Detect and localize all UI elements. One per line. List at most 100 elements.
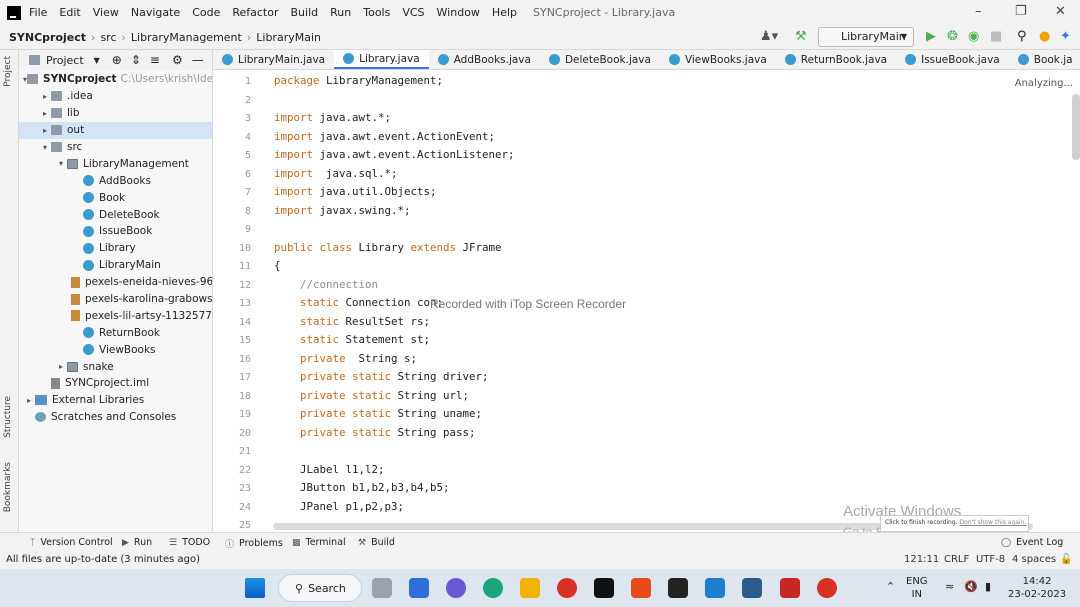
code-line[interactable]: static Connection con; <box>274 294 443 313</box>
dont-show-again-link[interactable]: Don't show this again. <box>960 519 1027 526</box>
tree-item[interactable]: ▸ lib <box>19 105 212 122</box>
breadcrumb-item[interactable]: src <box>100 31 116 44</box>
screen-recorder-icon[interactable] <box>780 578 800 598</box>
tree-item[interactable]: ▾ src <box>19 139 212 156</box>
editor-tab[interactable]: IssueBook.java <box>896 50 1009 69</box>
recording-tooltip[interactable]: Click to finish recording. Don't show th… <box>880 515 1029 532</box>
language-indicator[interactable]: ENG IN <box>906 575 928 601</box>
office-icon[interactable] <box>631 578 651 598</box>
line-separator[interactable]: CRLF <box>944 554 969 565</box>
code-line[interactable]: import java.util.Objects; <box>274 183 437 202</box>
plugins-icon[interactable]: ✦ <box>1060 29 1071 44</box>
chevron-down-icon[interactable]: ▼ <box>94 56 100 65</box>
editor-tab[interactable]: DeleteBook.java <box>540 50 660 69</box>
terminal-tool-button[interactable]: ▩ Terminal <box>292 537 346 548</box>
tree-item[interactable]: pexels-karolina-grabowsk <box>19 291 212 308</box>
vertical-scrollbar[interactable] <box>1072 94 1080 160</box>
volume-icon[interactable]: 🔇 <box>964 580 978 593</box>
tree-item[interactable]: pexels-lil-artsy-1132577.j <box>19 307 212 324</box>
event-log-tool-button[interactable]: ◯ Event Log <box>1001 537 1063 548</box>
code-line[interactable]: { <box>274 257 281 276</box>
run-tool-button[interactable]: ▶ Run <box>122 537 152 548</box>
tree-item[interactable]: AddBooks <box>19 172 212 189</box>
code-line[interactable]: JPanel p1,p2,p3; <box>274 498 404 517</box>
coverage-icon[interactable]: ◉ <box>968 29 979 44</box>
caret-position[interactable]: 121:11 <box>904 554 939 565</box>
tree-item[interactable]: ▸ External Libraries <box>19 392 212 409</box>
indent-setting[interactable]: 4 spaces <box>1012 554 1056 565</box>
code-line[interactable]: import java.awt.*; <box>274 109 391 128</box>
code-line[interactable]: static Statement st; <box>274 331 430 350</box>
expand-arrow-icon[interactable]: ▸ <box>39 92 51 101</box>
tree-item[interactable]: Library <box>19 240 212 257</box>
tree-item[interactable]: ▾ LibraryManagement <box>19 155 212 172</box>
structure-tool-button[interactable]: Structure <box>3 396 13 438</box>
code-line[interactable]: import java.awt.event.ActionEvent; <box>274 128 495 147</box>
tree-item[interactable]: LibraryMain <box>19 257 212 274</box>
expand-arrow-icon[interactable]: ▸ <box>55 362 67 371</box>
run-configuration-select[interactable]: LibraryMain ▼ <box>818 27 914 47</box>
battery-icon[interactable]: ▮ <box>985 580 991 593</box>
project-tool-button[interactable]: Project <box>3 56 13 87</box>
file-encoding[interactable]: UTF-8 <box>976 554 1005 565</box>
tree-item[interactable]: ViewBooks <box>19 341 212 358</box>
todo-tool-button[interactable]: ☰ TODO <box>169 537 210 548</box>
build-tool-button[interactable]: ⚒ Build <box>358 537 395 548</box>
version-control-tool-button[interactable]: ᛉ Version Control <box>30 537 113 548</box>
tree-item[interactable]: ▸ .idea <box>19 88 212 105</box>
widgets-icon[interactable] <box>409 578 429 598</box>
tree-item[interactable]: ▾SYNCprojectC:\Users\krish\IdeaPr <box>19 71 212 88</box>
intellij-icon[interactable] <box>594 578 614 598</box>
close-button[interactable]: ✕ <box>1055 4 1066 19</box>
code-line[interactable]: private static String pass; <box>274 424 476 443</box>
code-line[interactable]: static ResultSet rs; <box>274 313 430 332</box>
debug-icon[interactable]: ❂ <box>947 29 958 44</box>
code-line[interactable]: private static String url; <box>274 387 469 406</box>
chrome-profile-icon[interactable] <box>817 578 837 598</box>
code-line[interactable]: JLabel l1,l2; <box>274 461 385 480</box>
hide-icon[interactable]: — <box>192 53 204 67</box>
tree-item[interactable]: IssueBook <box>19 223 212 240</box>
search-icon[interactable]: ⚲ <box>1017 29 1027 44</box>
menu-navigate[interactable]: Navigate <box>131 6 180 19</box>
expand-arrow-icon[interactable]: ▸ <box>23 396 35 405</box>
clock[interactable]: 14:42 23-02-2023 <box>1008 575 1066 601</box>
editor-tab[interactable]: Book.ja <box>1009 50 1080 69</box>
app-icon[interactable] <box>742 578 762 598</box>
code-line[interactable]: import java.sql.*; <box>274 165 398 184</box>
bookmarks-tool-button[interactable]: Bookmarks <box>3 462 13 512</box>
code-line[interactable]: //connection <box>274 276 378 295</box>
code-line[interactable]: private static String driver; <box>274 368 489 387</box>
menu-help[interactable]: Help <box>492 6 517 19</box>
terminal-app-icon[interactable] <box>668 578 688 598</box>
update-icon[interactable]: ● <box>1039 29 1050 44</box>
code-line[interactable]: JButton b1,b2,b3,b4,b5; <box>274 479 450 498</box>
build-hammer-icon[interactable]: ⚒ <box>795 29 807 44</box>
wifi-icon[interactable]: ≈ <box>945 580 954 593</box>
menu-tools[interactable]: Tools <box>363 6 390 19</box>
menu-code[interactable]: Code <box>192 6 220 19</box>
stop-icon[interactable]: ■ <box>990 29 1002 44</box>
expand-all-icon[interactable]: ⇕ <box>131 53 141 67</box>
problems-tool-button[interactable]: ⓘ Problems <box>225 537 283 550</box>
menu-file[interactable]: File <box>29 6 47 19</box>
code-line[interactable]: import java.awt.event.ActionListener; <box>274 146 515 165</box>
task-view-icon[interactable] <box>372 578 392 598</box>
code-line[interactable]: private static String uname; <box>274 405 482 424</box>
menu-view[interactable]: View <box>93 6 119 19</box>
minimize-button[interactable]: – <box>975 4 982 19</box>
chevron-up-icon[interactable]: ⌃ <box>886 580 895 593</box>
menu-run[interactable]: Run <box>330 6 351 19</box>
expand-arrow-icon[interactable]: ▸ <box>39 126 51 135</box>
menu-edit[interactable]: Edit <box>59 6 80 19</box>
editor-tab[interactable]: Library.java <box>334 50 429 69</box>
editor-tab[interactable]: ReturnBook.java <box>776 50 896 69</box>
tree-item[interactable]: DeleteBook <box>19 206 212 223</box>
tree-item[interactable]: Scratches and Consoles <box>19 409 212 426</box>
expand-arrow-icon[interactable]: ▾ <box>55 159 67 168</box>
locate-icon[interactable]: ⊕ <box>112 53 122 67</box>
breadcrumb-item[interactable]: SYNCproject <box>9 31 86 44</box>
collapse-all-icon[interactable]: ≡ <box>150 53 160 67</box>
tree-item[interactable]: Book <box>19 189 212 206</box>
code-line[interactable]: import javax.swing.*; <box>274 202 411 221</box>
